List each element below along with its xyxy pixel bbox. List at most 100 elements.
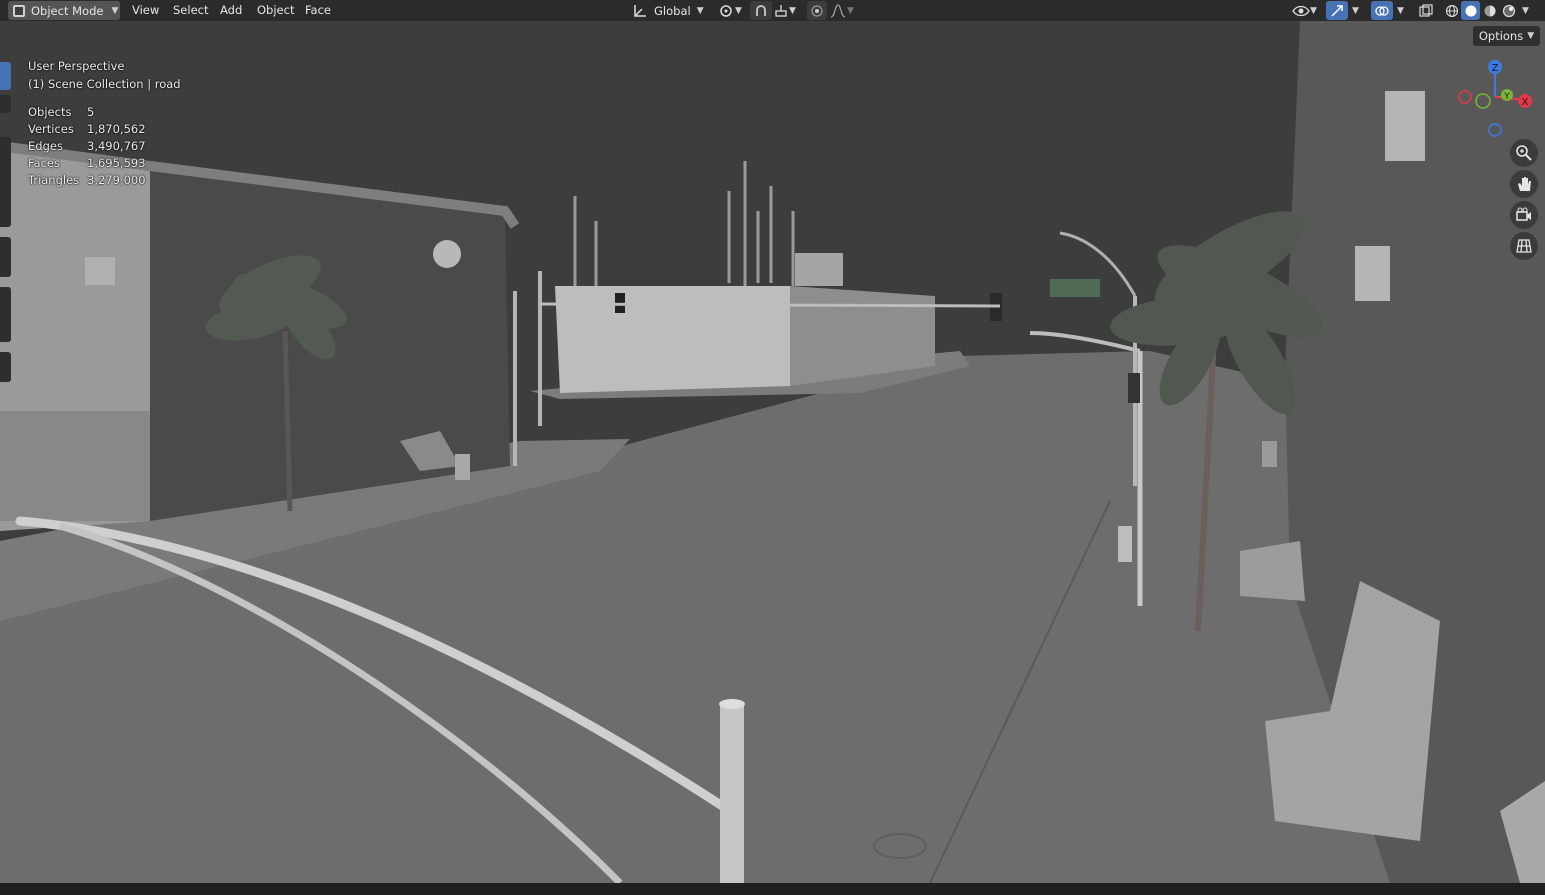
wall-sign-lower	[1355, 246, 1390, 301]
overlay-icon	[1375, 5, 1389, 16]
gizmo-toggle[interactable]: ▼	[1326, 1, 1359, 20]
camera-view-button[interactable]	[1510, 201, 1538, 229]
chevron-down-icon: ▼	[1527, 31, 1535, 41]
trash-can	[455, 454, 470, 480]
overlay-toggle[interactable]: ▼	[1371, 1, 1404, 20]
stats-triangles: Triangles 3,279,000	[28, 173, 146, 187]
tool-shelf	[0, 62, 12, 407]
shading-mode-group: ▼	[1442, 1, 1529, 20]
wall-sign	[1385, 91, 1425, 161]
snap-toggle[interactable]	[750, 1, 772, 20]
camera-view-icon	[1516, 207, 1531, 221]
gizmo-z-label: Z	[1492, 63, 1499, 74]
xray-icon	[1419, 3, 1433, 17]
snap-target-dropdown[interactable]: ▼	[773, 1, 796, 20]
gizmo-neg-y[interactable]	[1475, 93, 1491, 109]
cursor-tool[interactable]	[0, 95, 11, 113]
menu-object[interactable]: Object	[257, 3, 294, 17]
chevron-down-icon: ▼	[696, 5, 704, 16]
transform-orientation-icon	[634, 4, 646, 17]
chevron-down-icon: ▼	[1397, 5, 1404, 16]
pole-cap	[719, 699, 745, 709]
viewport-header: Object Mode ▼ View Select Add Object Fac…	[0, 0, 1545, 21]
object-mode-icon	[13, 4, 25, 17]
view-name: User Perspective	[28, 59, 125, 73]
rendered-shading-icon	[1502, 4, 1515, 17]
navigation-gizmo[interactable]: Z Y X	[1455, 55, 1540, 140]
wireframe-shading-icon	[1445, 4, 1458, 17]
status-bar	[0, 883, 1545, 895]
traffic-light	[1128, 373, 1140, 403]
stats-edges: Edges 3,490,767	[28, 139, 146, 153]
rendered-shading-button[interactable]	[1499, 1, 1518, 20]
gizmo-neg-z[interactable]	[1488, 123, 1502, 137]
proportional-edit-icon	[811, 4, 823, 17]
rooftop-box	[795, 253, 843, 286]
mode-label: Object Mode	[31, 3, 104, 18]
chevron-down-icon: ▼	[1352, 5, 1359, 16]
visibility-selectability-icon	[1292, 5, 1310, 16]
perspective-grid-icon	[1516, 239, 1532, 253]
chevron-down-icon[interactable]: ▼	[1522, 6, 1529, 16]
menu-add[interactable]: Add	[220, 3, 242, 17]
xray-toggle[interactable]	[1418, 1, 1434, 20]
select-box-tool[interactable]	[0, 62, 11, 90]
gizmo-icon	[1331, 4, 1343, 17]
snap-target-icon	[775, 4, 787, 17]
scene-render	[0, 21, 1545, 883]
right-steps	[1240, 541, 1305, 601]
collection-info: (1) Scene Collection | road	[28, 77, 181, 91]
3d-viewport[interactable]: User Perspective (1) Scene Collection | …	[0, 21, 1545, 883]
transform-tools[interactable]	[0, 137, 11, 227]
measure-tool[interactable]	[0, 352, 11, 382]
object-mode-dropdown[interactable]: Object Mode ▼	[8, 1, 120, 20]
proportional-falloff-dropdown[interactable]: ▼	[829, 1, 854, 20]
solid-shading-icon	[1465, 5, 1476, 16]
viewport-info-overlay: User Perspective (1) Scene Collection | …	[28, 57, 181, 188]
transform-orientation-dropdown[interactable]: Global ▼	[632, 1, 704, 20]
wall-vent	[433, 240, 461, 268]
stats-vertices: Vertices 1,870,562	[28, 122, 146, 136]
menu-view[interactable]: View	[132, 3, 159, 17]
pan-hand-icon	[1518, 177, 1531, 191]
orientation-label: Global	[654, 3, 691, 18]
far-signal-arm	[539, 302, 1001, 308]
perspective-toggle-button[interactable]	[1510, 232, 1538, 260]
stats-faces: Faces 1,695,593	[28, 156, 146, 170]
pan-button[interactable]	[1510, 170, 1538, 198]
trash-can-right	[1262, 441, 1277, 467]
pivot-point-dropdown[interactable]: ▼	[717, 1, 742, 20]
visibility-selectability-dropdown[interactable]: ▼	[1292, 1, 1317, 20]
menu-face[interactable]: Face	[305, 3, 331, 17]
storefront	[0, 411, 150, 521]
options-dropdown[interactable]: Options ▼	[1473, 26, 1540, 46]
pivot-point-icon	[720, 4, 732, 17]
chevron-down-icon: ▼	[789, 5, 796, 16]
add-cube-tool[interactable]	[0, 287, 11, 342]
proportional-edit-toggle[interactable]	[807, 1, 827, 20]
center-building-front	[555, 286, 790, 393]
material-shading-button[interactable]	[1480, 1, 1499, 20]
solid-shading-button[interactable]	[1461, 1, 1480, 20]
street-sign	[1050, 279, 1100, 297]
zoom-icon	[1516, 145, 1532, 161]
menu-select[interactable]: Select	[173, 3, 208, 17]
stats-objects: Objects 5	[28, 105, 95, 119]
fire-hydrant	[1118, 526, 1132, 562]
gizmo-neg-x[interactable]	[1458, 90, 1472, 104]
gizmo-x-label: X	[1522, 97, 1529, 108]
zoom-button[interactable]	[1510, 139, 1538, 167]
annotate-tool[interactable]	[0, 237, 11, 277]
material-shading-icon	[1484, 5, 1495, 16]
chevron-down-icon: ▼	[847, 5, 854, 16]
proportional-falloff-icon	[830, 3, 846, 18]
chevron-down-icon: ▼	[1310, 5, 1317, 16]
wireframe-shading-button[interactable]	[1442, 1, 1461, 20]
ac-unit	[85, 257, 115, 285]
snap-icon	[756, 4, 766, 16]
chevron-down-icon: ▼	[735, 5, 742, 16]
options-label: Options	[1478, 29, 1524, 43]
gizmo-y-label: Y	[1503, 92, 1510, 102]
foreground-pole	[720, 704, 744, 883]
chevron-down-icon: ▼	[111, 5, 119, 16]
